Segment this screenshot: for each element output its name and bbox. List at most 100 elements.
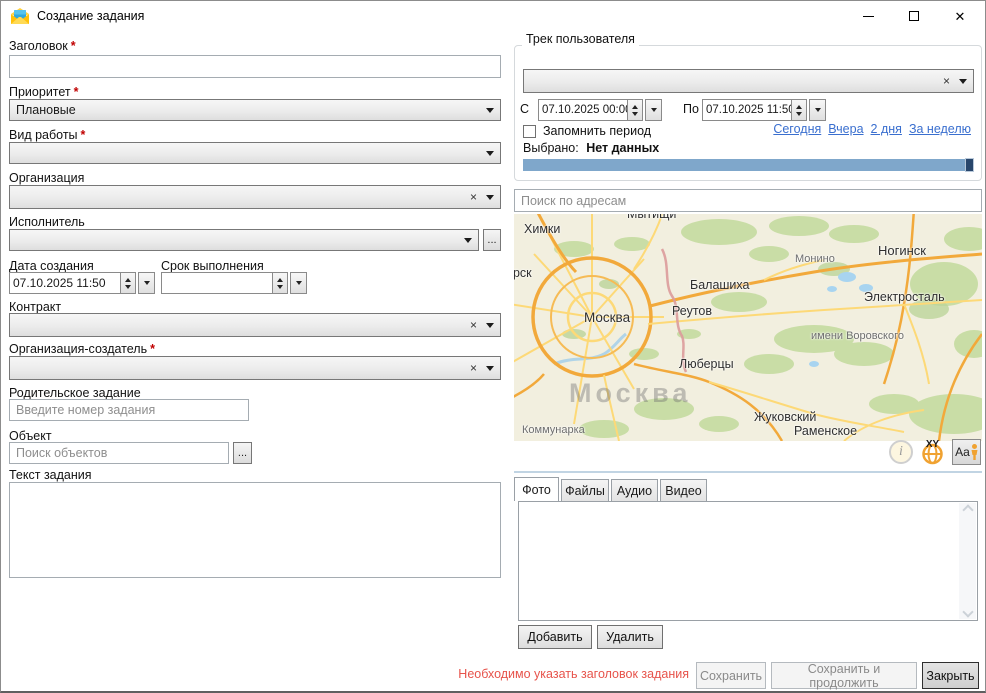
save-button[interactable]: Сохранить [696, 662, 766, 689]
remember-period-checkbox[interactable] [523, 125, 536, 138]
scroll-down-icon[interactable] [962, 606, 973, 617]
track-range-slider[interactable] [523, 159, 974, 171]
calendar-dropdown-button[interactable] [645, 99, 662, 121]
track-from-label: С [520, 102, 529, 116]
map-label: Раменское [794, 424, 857, 438]
calendar-dropdown-button[interactable] [138, 272, 155, 294]
organization-combobox[interactable]: × [9, 185, 501, 209]
required-asterisk: * [71, 39, 76, 53]
map-label: Коммунарка [522, 424, 585, 436]
user-track-title: Трек пользователя [522, 32, 639, 46]
clear-icon[interactable]: × [943, 75, 950, 87]
track-to-datetime-picker[interactable]: 07.10.2025 11:50 [702, 99, 826, 121]
chevron-down-icon [486, 366, 494, 371]
deadline-value[interactable] [161, 272, 273, 294]
map-label: Электросталь [864, 290, 945, 304]
track-user-combobox[interactable]: × [523, 69, 974, 93]
object-search-input[interactable] [9, 442, 229, 464]
map-info-button[interactable]: i [889, 440, 913, 464]
parent-task-input[interactable] [9, 399, 249, 421]
spin-up-icon [632, 105, 638, 109]
spin-down-icon [632, 112, 638, 116]
spin-up-icon [125, 278, 131, 282]
tab-photo[interactable]: Фото [514, 477, 559, 501]
close-dialog-button[interactable]: Закрыть [922, 662, 979, 689]
executor-combobox[interactable] [9, 229, 479, 251]
executor-browse-button[interactable]: ... [483, 229, 501, 251]
map-label: Балашиха [690, 278, 749, 292]
spinner-buttons[interactable] [272, 272, 288, 294]
chevron-down-icon [486, 195, 494, 200]
title-bar[interactable]: Создание задания ✕ [1, 1, 985, 31]
map-labels-toggle-button[interactable]: Aa [952, 439, 981, 465]
close-button[interactable]: ✕ [937, 1, 983, 31]
chevron-down-icon [486, 108, 494, 113]
clear-icon[interactable]: × [470, 362, 477, 374]
map-label: Мытищи [627, 214, 676, 221]
track-from-value[interactable]: 07.10.2025 00:00 [538, 99, 628, 121]
link-week[interactable]: За неделю [909, 122, 971, 136]
scroll-up-icon[interactable] [962, 504, 973, 515]
vertical-scrollbar[interactable] [959, 503, 976, 619]
spin-down-icon [125, 285, 131, 289]
photo-list-panel[interactable] [518, 501, 978, 621]
object-label: Объект [9, 429, 52, 443]
spinner-buttons[interactable] [791, 99, 807, 121]
map-coordinates-button[interactable]: XY [919, 438, 946, 465]
spinner-buttons[interactable] [627, 99, 643, 121]
add-button[interactable]: Добавить [518, 625, 592, 649]
app-envelope-icon [10, 6, 30, 26]
chevron-down-icon [486, 151, 494, 156]
chevron-down-icon [486, 323, 494, 328]
header-label: Заголовок* [9, 39, 76, 53]
track-to-label: По [683, 102, 699, 116]
calendar-dropdown-button[interactable] [290, 272, 307, 294]
chevron-down-icon [296, 281, 302, 285]
link-yesterday[interactable]: Вчера [828, 122, 863, 136]
creator-org-label: Организация-создатель* [9, 342, 155, 356]
clear-icon[interactable]: × [470, 319, 477, 331]
tab-video[interactable]: Видео [660, 479, 707, 501]
creator-org-combobox[interactable]: × [9, 356, 501, 380]
map-view[interactable]: Химки Мытищи орск Москва Балашиха Реутов… [514, 214, 982, 441]
priority-label: Приоритет* [9, 85, 79, 99]
spinner-buttons[interactable] [120, 272, 136, 294]
link-2days[interactable]: 2 дня [871, 122, 902, 136]
address-search-input[interactable] [514, 189, 982, 212]
work-type-combobox[interactable] [9, 142, 501, 164]
window-title: Создание задания [37, 1, 144, 31]
selected-label: Выбрано: [523, 141, 579, 155]
slider-handle[interactable] [965, 158, 974, 172]
tab-files[interactable]: Файлы [561, 479, 609, 501]
clear-icon[interactable]: × [470, 191, 477, 203]
map-watermark: Москва [569, 378, 691, 409]
object-browse-button[interactable]: ... [233, 442, 252, 464]
priority-combobox[interactable]: Плановые [9, 99, 501, 121]
track-to-value[interactable]: 07.10.2025 11:50 [702, 99, 792, 121]
chevron-down-icon [464, 238, 472, 243]
created-datetime-picker[interactable]: 07.10.2025 11:50 [9, 272, 155, 294]
save-and-continue-button[interactable]: Сохранить и продолжить [771, 662, 917, 689]
selected-status: Выбрано: Нет данных [523, 141, 659, 155]
map-label: Реутов [672, 304, 712, 318]
header-input[interactable] [9, 55, 501, 78]
map-label: Монино [795, 253, 835, 265]
spin-down-icon [277, 285, 283, 289]
contract-combobox[interactable]: × [9, 313, 501, 337]
task-text-area[interactable] [9, 482, 501, 578]
minimize-button[interactable] [845, 1, 891, 31]
remove-button[interactable]: Удалить [597, 625, 663, 649]
remember-period-label: Запомнить период [543, 124, 651, 138]
created-value[interactable]: 07.10.2025 11:50 [9, 272, 121, 294]
maximize-button[interactable] [891, 1, 937, 31]
tab-audio[interactable]: Аудио [611, 479, 658, 501]
work-type-label: Вид работы* [9, 128, 85, 142]
track-from-datetime-picker[interactable]: 07.10.2025 00:00 [538, 99, 662, 121]
spin-up-icon [796, 105, 802, 109]
link-today[interactable]: Сегодня [773, 122, 821, 136]
deadline-datetime-picker[interactable] [161, 272, 307, 294]
parent-task-label: Родительское задание [9, 386, 141, 400]
required-asterisk: * [81, 128, 86, 142]
calendar-dropdown-button[interactable] [809, 99, 826, 121]
task-creation-window: Создание задания ✕ Заголовок* Приоритет*… [0, 0, 986, 693]
